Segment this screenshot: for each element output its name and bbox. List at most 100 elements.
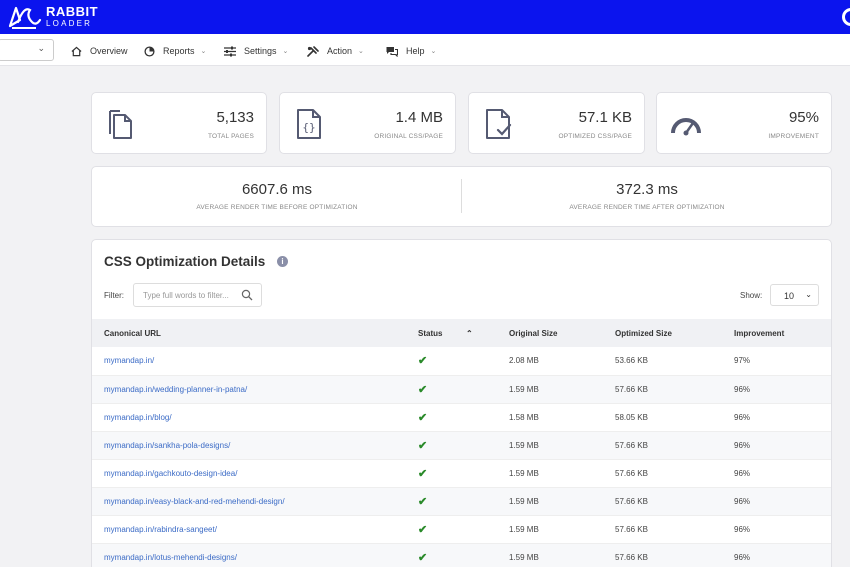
brand-logo-text[interactable]: RABBIT LOADER (46, 5, 98, 28)
table-row: mymandap.in/blog/✔ 1.58 MB 58.05 KB 96% (92, 403, 831, 432)
table-row: mymandap.in/rabindra-sangeet/✔ 1.59 MB 57.… (92, 515, 831, 544)
url-link[interactable]: mymandap.in/easy-black-and-red-mehendi-d… (92, 487, 406, 516)
sort-spacer-cell (466, 515, 497, 544)
brand-subname: LOADER (46, 19, 93, 28)
stat-value: 5,133 (216, 109, 254, 126)
sort-spacer-cell (466, 459, 497, 488)
table-row: mymandap.in/easy-black-and-red-mehendi-d… (92, 487, 831, 516)
rabbit-logo-icon[interactable] (6, 4, 42, 30)
nav-reports[interactable]: Reports ⌄ (143, 43, 206, 59)
stat-card-optimized-css: 57.1 KB OPTIMIZED CSS/PAGE (468, 92, 645, 154)
render-before-value: 6607.6 ms (241, 181, 313, 198)
sort-spacer-cell (466, 487, 497, 516)
status-check-icon: ✔ (406, 487, 466, 516)
chevron-down-icon: ⌄ (430, 48, 437, 55)
optimized-size-cell: 57.66 KB (603, 459, 722, 488)
speedometer-icon (671, 118, 701, 136)
column-header-improvement[interactable]: Improvement (722, 319, 831, 347)
table-header-row: Canonical URL Status ⌃ Original Size Opt… (92, 319, 831, 347)
user-avatar[interactable] (842, 8, 850, 26)
stat-card-total-pages: 5,133 TOTAL PAGES (91, 92, 267, 154)
column-header-original-size[interactable]: Original Size (497, 319, 603, 347)
file-check-icon (486, 109, 512, 139)
column-header-optimized-size[interactable]: Optimized Size (603, 319, 722, 347)
improvement-cell: 96% (722, 431, 831, 460)
original-size-cell: 1.58 MB (497, 403, 603, 432)
optimized-size-cell: 57.66 KB (603, 375, 722, 404)
optimized-size-cell: 57.66 KB (603, 515, 722, 544)
stat-label: ORIGINAL CSS/PAGE (374, 133, 443, 140)
nav-reports-label: Reports (163, 46, 195, 56)
css-details-table: Canonical URL Status ⌃ Original Size Opt… (92, 319, 831, 567)
improvement-cell: 96% (722, 459, 831, 488)
render-before-label: AVERAGE RENDER TIME BEFORE OPTIMIZATION (196, 204, 358, 211)
url-link[interactable]: mymandap.in/lotus-mehendi-designs/ (92, 543, 406, 567)
page-size-select[interactable]: 10 ⌄ (770, 284, 819, 306)
url-link[interactable]: mymandap.in/gachkouto-design-idea/ (92, 459, 406, 488)
domain-select[interactable]: ⌄ (0, 39, 54, 61)
url-link[interactable]: mymandap.in/blog/ (92, 403, 406, 432)
sliders-icon (224, 45, 236, 57)
stat-card-improvement: 95% IMPROVEMENT (656, 92, 832, 154)
section-title: CSS Optimization Details (104, 254, 266, 269)
table-row: mymandap.in/✔ 2.08 MB 53.66 KB 97% (92, 347, 831, 376)
render-after-value: 372.3 ms (616, 181, 678, 198)
optimized-size-cell: 58.05 KB (603, 403, 722, 432)
nav-settings[interactable]: Settings ⌄ (224, 43, 288, 59)
top-bar: RABBIT LOADER (0, 0, 850, 34)
status-check-icon: ✔ (406, 347, 466, 376)
improvement-cell: 96% (722, 375, 831, 404)
original-size-cell: 1.59 MB (497, 515, 603, 544)
stat-label: OPTIMIZED CSS/PAGE (558, 133, 632, 140)
improvement-cell: 96% (722, 487, 831, 516)
status-check-icon: ✔ (406, 543, 466, 567)
column-header-status[interactable]: Status (406, 319, 466, 347)
render-after: 372.3 ms AVERAGE RENDER TIME AFTER OPTIM… (462, 167, 832, 228)
css-details-card: CSS Optimization Details i Filter: Type … (91, 239, 832, 567)
css-file-icon: {} (297, 109, 321, 139)
brand-name: RABBIT (46, 4, 99, 19)
sort-spacer-cell (466, 347, 497, 376)
original-size-cell: 1.59 MB (497, 375, 603, 404)
status-check-icon: ✔ (406, 459, 466, 488)
original-size-cell: 1.59 MB (497, 431, 603, 460)
sort-ascending-icon[interactable]: ⌃ (466, 319, 497, 347)
nav-help[interactable]: Help ⌄ (386, 43, 436, 59)
stat-label: IMPROVEMENT (768, 133, 819, 140)
original-size-cell: 1.59 MB (497, 487, 603, 516)
url-link[interactable]: mymandap.in/sankha-pola-designs/ (92, 431, 406, 460)
table-row: mymandap.in/gachkouto-design-idea/✔ 1.59 … (92, 459, 831, 488)
table-row: mymandap.in/sankha-pola-designs/✔ 1.59 MB… (92, 431, 831, 460)
sort-spacer-cell (466, 375, 497, 404)
filter-label: Filter: (104, 291, 124, 300)
nav-action[interactable]: Action ⌄ (307, 43, 364, 59)
improvement-cell: 96% (722, 543, 831, 567)
render-time-card: 6607.6 ms AVERAGE RENDER TIME BEFORE OPT… (91, 166, 832, 227)
render-after-label: AVERAGE RENDER TIME AFTER OPTIMIZATION (569, 204, 725, 211)
nav-settings-label: Settings (244, 46, 277, 56)
filter-input[interactable]: Type full words to filter... (133, 283, 262, 307)
nav-action-label: Action (327, 46, 353, 56)
home-icon (70, 45, 82, 57)
url-link[interactable]: mymandap.in/ (92, 347, 406, 376)
chevron-down-icon: ⌄ (200, 48, 207, 55)
original-size-cell: 1.59 MB (497, 459, 603, 488)
status-check-icon: ✔ (406, 403, 466, 432)
url-link[interactable]: mymandap.in/rabindra-sangeet/ (92, 515, 406, 544)
chevron-down-icon: ⌄ (37, 43, 45, 53)
chat-icon (386, 45, 398, 57)
sort-spacer-cell (466, 543, 497, 567)
nav-overview[interactable]: Overview (70, 43, 128, 59)
url-link[interactable]: mymandap.in/wedding-planner-in-patna/ (92, 375, 406, 404)
nav-overview-label: Overview (90, 46, 128, 56)
pie-chart-icon (143, 45, 155, 57)
nav-bar: ⌄ Overview Reports ⌄ Settings ⌄ Action ⌄… (0, 34, 850, 66)
optimized-size-cell: 57.66 KB (603, 431, 722, 460)
column-header-url[interactable]: Canonical URL (92, 319, 406, 347)
tools-icon (307, 45, 319, 57)
page-size-value: 10 (784, 291, 795, 301)
document-icon (109, 110, 132, 139)
chevron-down-icon: ⌄ (358, 48, 364, 55)
info-icon[interactable]: i (277, 256, 288, 267)
search-icon[interactable] (241, 289, 253, 301)
